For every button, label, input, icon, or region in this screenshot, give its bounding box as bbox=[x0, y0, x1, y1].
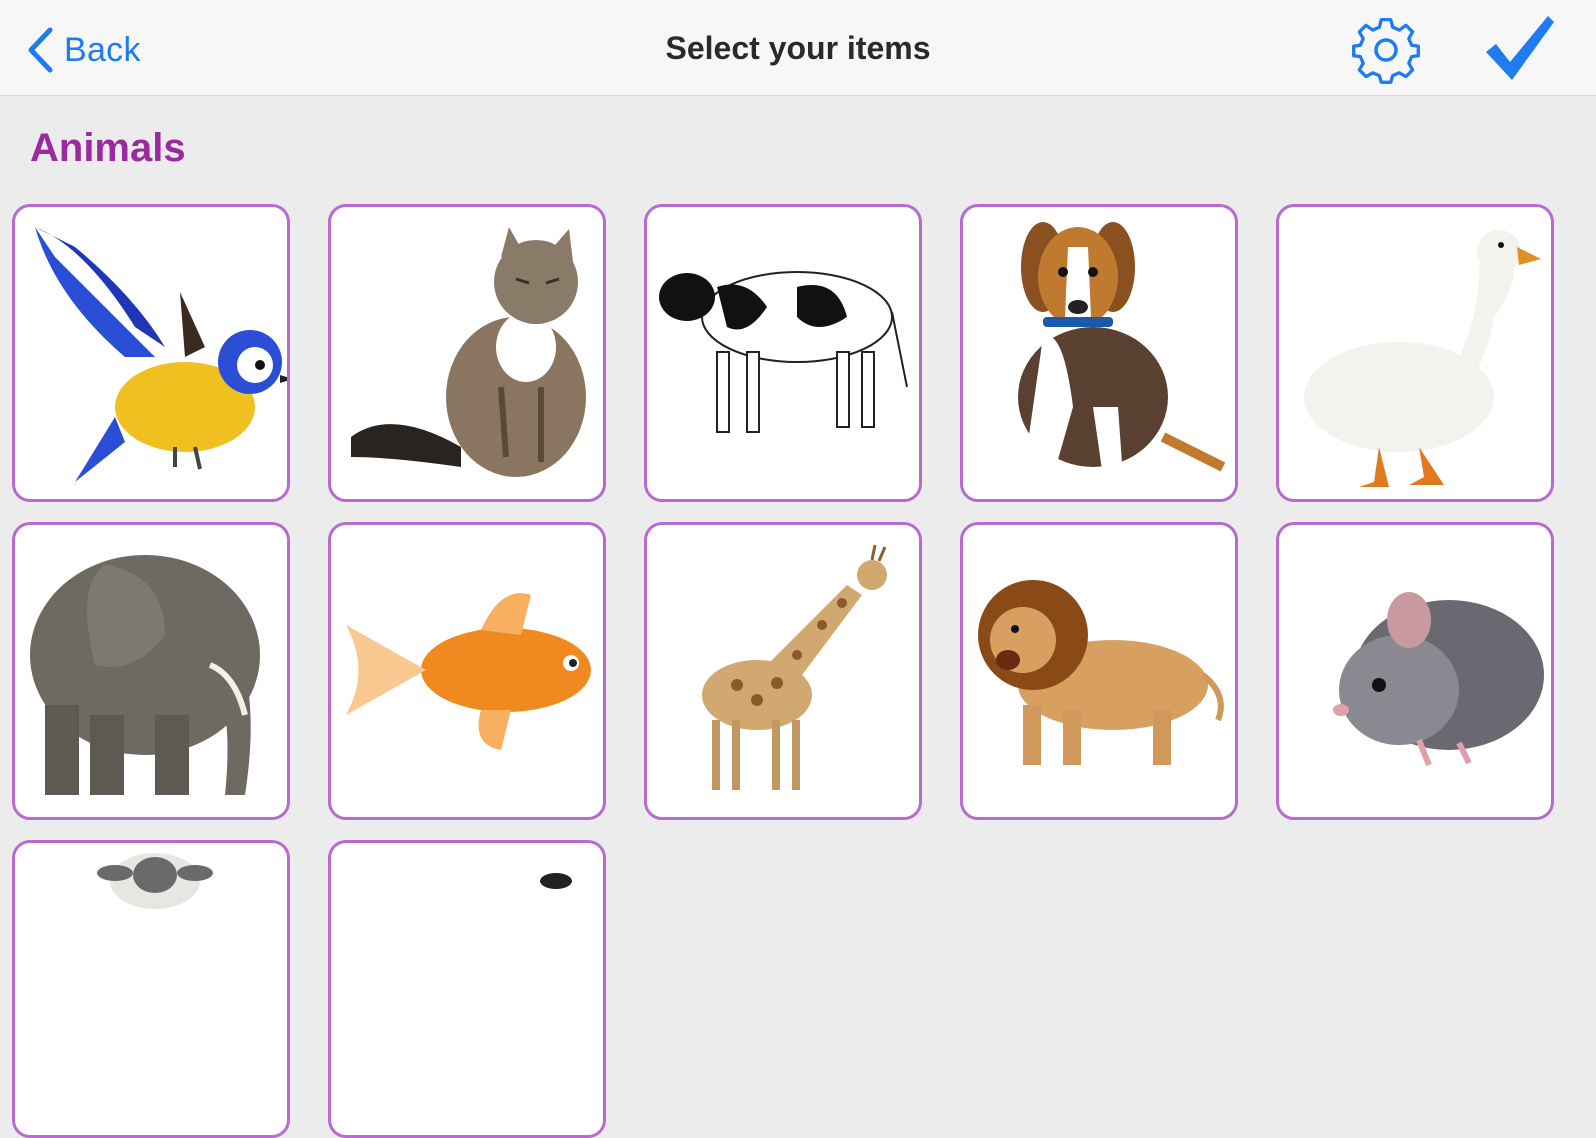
sheep-image bbox=[97, 853, 213, 909]
mouse-image bbox=[1333, 592, 1544, 767]
item-tile-duck[interactable] bbox=[1276, 204, 1554, 502]
item-tile-elephant[interactable] bbox=[12, 522, 290, 820]
bird-image bbox=[35, 227, 287, 482]
item-tile-mouse[interactable] bbox=[1276, 522, 1554, 820]
section-title: Animals bbox=[30, 126, 186, 170]
item-tile-fish[interactable] bbox=[328, 522, 606, 820]
item-tile-bird[interactable] bbox=[12, 204, 290, 502]
item-tile-cow[interactable] bbox=[644, 204, 922, 502]
back-label: Back bbox=[64, 30, 141, 69]
duck-image bbox=[1304, 230, 1541, 487]
gear-icon[interactable] bbox=[1350, 14, 1422, 86]
item-tile-partial-animal[interactable] bbox=[328, 840, 606, 1138]
item-tile-sheep[interactable] bbox=[12, 840, 290, 1138]
chevron-left-icon bbox=[28, 27, 53, 73]
checkmark-icon[interactable] bbox=[1482, 12, 1558, 86]
dog-image bbox=[1018, 222, 1226, 477]
cat-image bbox=[351, 227, 586, 477]
item-tile-lion[interactable] bbox=[960, 522, 1238, 820]
fish-image bbox=[346, 593, 591, 750]
lion-image bbox=[978, 580, 1224, 765]
animal-image bbox=[540, 873, 572, 889]
item-tile-cat[interactable] bbox=[328, 204, 606, 502]
cow-image bbox=[659, 271, 908, 433]
back-button[interactable]: Back bbox=[26, 26, 141, 74]
elephant-image bbox=[30, 555, 260, 795]
navigation-bar: Back Select your items bbox=[0, 0, 1596, 96]
item-tile-dog[interactable] bbox=[960, 204, 1238, 502]
giraffe-image bbox=[702, 544, 887, 790]
item-tile-giraffe[interactable] bbox=[644, 522, 922, 820]
